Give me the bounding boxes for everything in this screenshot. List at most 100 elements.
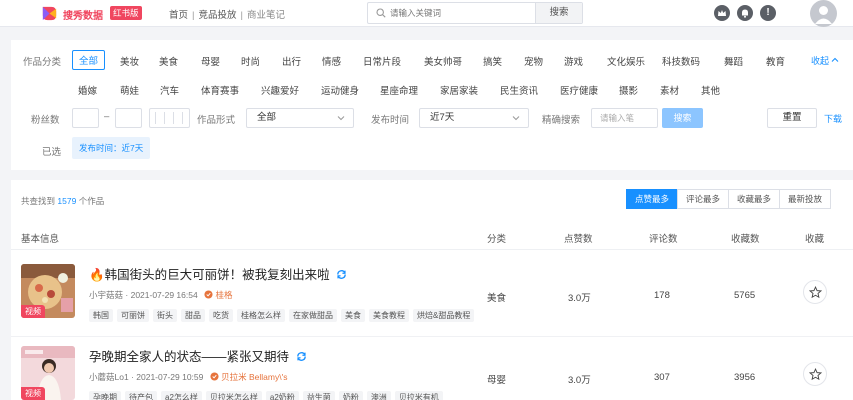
note-title[interactable]: 孕晚期全家人的状态——紧张又期待 [89,346,307,365]
column-collects: 收藏数 [731,234,760,245]
table-row[interactable]: 视频 🔥韩国街头的巨大可丽饼！被我复刻出来啦 小宇菇菇 · 2021-07-29… [11,255,853,337]
sort-comments[interactable]: 评论最多 [677,189,730,209]
category-travel[interactable]: 出行 [282,54,301,68]
note-tag[interactable]: 贝拉米怎么样 [205,391,262,400]
category-funny[interactable]: 搞笑 [483,54,502,68]
reset-button[interactable]: 重置 [767,108,817,128]
category-fashion[interactable]: 时尚 [241,54,260,68]
search-box: 搜索 [367,2,583,24]
category-baby[interactable]: 母婴 [201,54,220,68]
category-fitness[interactable]: 运动健身 [321,83,359,97]
precise-search-button[interactable]: 搜索 [662,108,703,128]
note-thumbnail[interactable]: 视频 [21,264,75,318]
fans-min-input[interactable] [72,108,99,128]
download-link[interactable]: 下载 [824,112,842,125]
fans-max-input[interactable] [115,108,142,128]
category-beauty[interactable]: 美妆 [120,54,139,68]
alert-icon[interactable]: ! [760,5,776,21]
category-wedding[interactable]: 婚嫁 [78,83,97,97]
note-tag[interactable]: 甜品 [181,309,205,322]
collapse-toggle[interactable]: 收起 [811,54,839,67]
note-tag[interactable]: 在家做甜品 [289,309,337,322]
table-row[interactable]: 视频 孕晚期全家人的状态——紧张又期待 小蘑菇Lo1 · 2021-07-29 … [11,337,853,400]
chevron-up-icon [831,57,839,62]
category-other[interactable]: 其他 [701,83,720,97]
refresh-icon[interactable] [336,269,347,280]
breadcrumb-competitor[interactable]: 竞品投放 [198,10,236,21]
breadcrumb: 首页 | 竞品投放 | 商业笔记 [169,10,285,21]
note-tag[interactable]: 贝拉米有机 [394,391,443,400]
category-photography[interactable]: 摄影 [619,83,638,97]
publish-date: 2021-07-29 10:59 [136,372,204,382]
category-games[interactable]: 游戏 [564,54,583,68]
note-tag[interactable]: 孕晚期 [89,391,121,400]
category-kids[interactable]: 萌娃 [120,83,139,97]
category-all[interactable]: 全部 [72,50,106,70]
brand-name[interactable]: 搜秀数据 [63,7,103,22]
category-hobbies[interactable]: 兴趣爱好 [261,83,299,97]
logo-icon[interactable] [40,4,59,23]
note-tag[interactable]: 美食 [341,309,365,322]
time-select[interactable]: 近7天 [419,108,529,128]
search-button[interactable]: 搜索 [535,3,582,23]
category-home[interactable]: 家居家装 [440,83,478,97]
fans-range-separator: – [104,111,110,122]
category-pets[interactable]: 宠物 [524,54,543,68]
category-education[interactable]: 教育 [766,54,785,68]
sort-latest[interactable]: 最新投放 [779,189,832,209]
bell-icon[interactable] [737,5,753,21]
category-culture[interactable]: 文化娱乐 [607,54,645,68]
crown-icon[interactable] [714,5,730,21]
note-tag[interactable]: 吃货 [209,309,233,322]
star-icon [809,368,822,381]
note-tag[interactable]: 益生菌 [302,391,335,400]
note-tag[interactable]: 澳洲 [366,391,391,400]
sort-collects[interactable]: 收藏最多 [728,189,781,209]
favorite-button[interactable] [803,362,827,386]
table-header: 基本信息 分类 点赞数 评论数 收藏数 收藏 [11,224,853,250]
breadcrumb-home[interactable]: 首页 [169,10,188,21]
selected-filter-chip[interactable]: 发布时间：近7天 [72,137,151,159]
category-health[interactable]: 医疗健康 [560,83,598,97]
brand-link[interactable]: 贝拉米 Bellamy\'s [210,372,287,382]
category-cars[interactable]: 汽车 [160,83,179,97]
note-tag[interactable]: 桂格怎么样 [237,309,285,322]
note-tag[interactable]: 可丽饼 [117,309,149,322]
note-tag[interactable]: 奶粉 [338,391,363,400]
category-astrology[interactable]: 星座命理 [380,83,418,97]
favorite-button[interactable] [803,280,827,304]
category-dance[interactable]: 舞蹈 [724,54,743,68]
note-tag[interactable]: 待产包 [125,391,157,400]
brand-badge-icon [204,290,213,299]
category-tech[interactable]: 科技数码 [662,54,700,68]
note-tag[interactable]: 街头 [153,309,177,322]
sort-likes[interactable]: 点赞最多 [626,189,679,209]
category-material[interactable]: 素材 [660,83,679,97]
search-input[interactable] [390,6,540,20]
note-tag[interactable]: 烘焙&甜品教程 [413,309,475,322]
note-tag[interactable]: 美食教程 [369,309,409,322]
category-food[interactable]: 美食 [159,54,178,68]
note-tag[interactable]: 韩国 [89,309,113,322]
precise-search-input[interactable]: 请输入笔 [591,108,658,128]
avatar[interactable] [810,0,837,27]
note-title[interactable]: 🔥韩国街头的巨大可丽饼！被我复刻出来啦 [89,264,347,283]
column-category: 分类 [487,234,507,245]
brand-link[interactable]: 桂格 [204,290,232,300]
note-tag[interactable]: a2怎么样 [161,391,202,400]
refresh-icon[interactable] [296,351,307,362]
category-beauty-people[interactable]: 美女帅哥 [424,54,462,68]
author-name[interactable]: 小宇菇菇 [89,290,123,300]
cell-collects: 5765 [734,290,756,301]
note-meta: 小宇菇菇 · 2021-07-29 16:54 桂格 [89,290,233,300]
sort-tabs: 点赞最多 评论最多 收藏最多 最新投放 [626,189,832,209]
form-select[interactable]: 全部 [246,108,354,128]
category-emotion[interactable]: 情感 [322,54,341,68]
note-thumbnail[interactable]: 视频 [21,346,75,400]
category-sports[interactable]: 体育赛事 [201,83,239,97]
category-daily[interactable]: 日常片段 [363,54,401,68]
category-news[interactable]: 民生资讯 [500,83,538,97]
note-tag[interactable]: a2奶粉 [265,391,299,400]
fans-preset-selector[interactable] [149,108,190,128]
author-name[interactable]: 小蘑菇Lo1 [89,372,129,382]
